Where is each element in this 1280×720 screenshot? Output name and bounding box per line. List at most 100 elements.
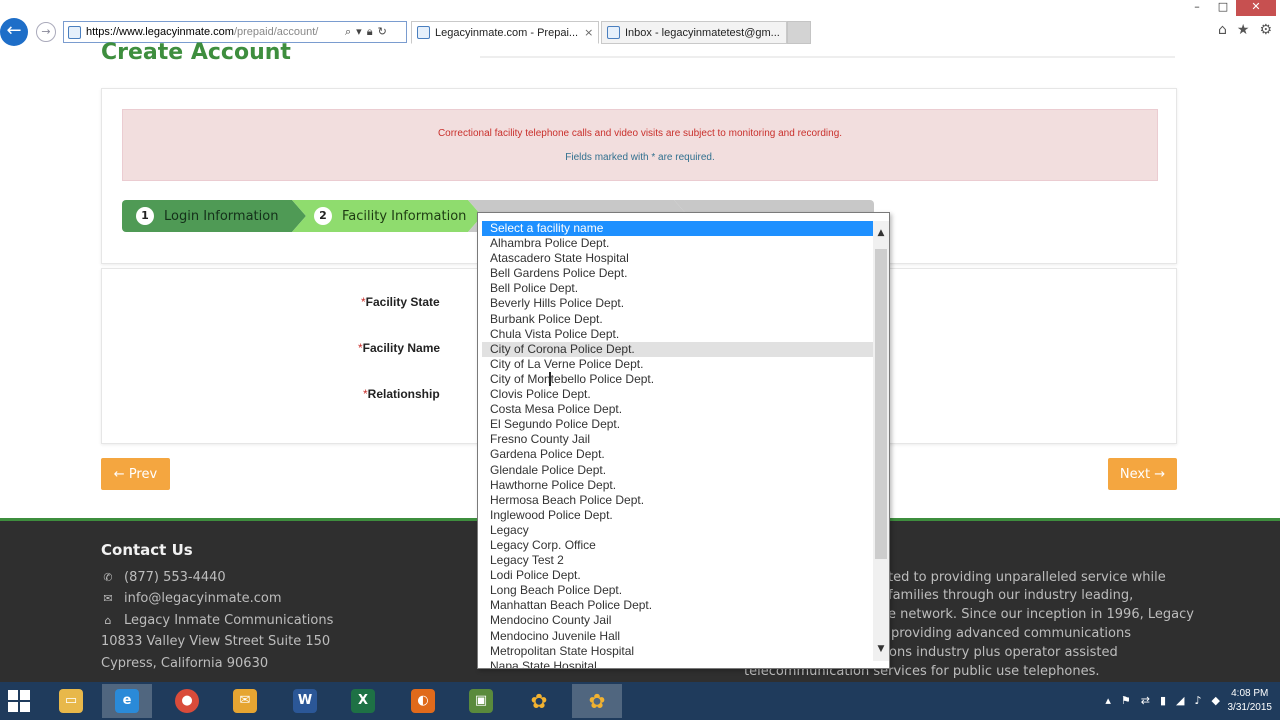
flower-app-icon[interactable]: ✿ — [514, 684, 564, 718]
dropdown-option[interactable]: Gardena Police Dept. — [482, 447, 874, 462]
step-login-information[interactable]: 1 Login Information — [122, 200, 306, 232]
close-window-icon[interactable]: ✕ — [1236, 0, 1276, 16]
dropdown-option[interactable]: City of La Verne Police Dept. — [482, 357, 874, 372]
app-icon[interactable]: ◐ — [398, 684, 448, 718]
scroll-down-icon[interactable]: ▼ — [873, 641, 889, 657]
tab-inbox[interactable]: Inbox - legacyinmatetest@gm... — [601, 21, 787, 44]
dropdown-option[interactable]: Manhattan Beach Police Dept. — [482, 598, 874, 613]
maximize-icon[interactable]: □ — [1210, 0, 1236, 16]
volume-icon[interactable]: ♪ — [1195, 694, 1202, 707]
dropdown-option[interactable]: Bell Police Dept. — [482, 281, 874, 296]
required-notice: Fields marked with * are required. — [565, 152, 715, 163]
system-clock[interactable]: 4:08 PM 3/31/2015 — [1228, 687, 1273, 715]
step-label: Login Information — [164, 208, 279, 224]
chrome-icon[interactable]: ● — [162, 684, 212, 718]
browser-toolbar: ← → https://www.legacyinmate.com/prepaid… — [0, 0, 1280, 46]
minimize-icon[interactable]: – — [1184, 0, 1210, 16]
contact-address-line1: 10833 Valley View Street Suite 150 — [101, 634, 331, 649]
step-facility-information[interactable]: 2 Facility Information — [292, 200, 482, 232]
dropdown-option[interactable]: Atascadero State Hospital — [482, 251, 874, 266]
scrollbar-thumb[interactable] — [875, 249, 887, 559]
home-icon[interactable]: ⌂ — [1218, 22, 1227, 38]
next-button[interactable]: Next → — [1108, 458, 1177, 490]
dropdown-option[interactable]: Beverly Hills Police Dept. — [482, 296, 874, 311]
app-tray-icon[interactable]: ◆ — [1212, 694, 1220, 707]
dropdown-option[interactable]: Metropolitan State Hospital — [482, 644, 874, 659]
facility-name-label: *Facility Name — [358, 341, 441, 355]
dropdown-option[interactable]: City of Montebello Police Dept. — [482, 372, 874, 387]
about-text-line: families through our industry leading, — [888, 588, 1134, 603]
excel-icon[interactable]: X — [338, 684, 388, 718]
system-tray: ▴ ⚑ ⇄ ▮ ◢ ♪ ◆ — [1105, 694, 1220, 707]
refresh-icon[interactable]: ↻ — [378, 25, 387, 39]
browser-icons: ⌂ ★ ⚙ — [1218, 22, 1272, 38]
dropdown-option[interactable]: Inglewood Police Dept. — [482, 508, 874, 523]
back-arrow-icon[interactable]: ← — [0, 18, 28, 46]
notice-alert: Correctional facility telephone calls an… — [122, 109, 1158, 181]
about-text-line: providing advanced communications — [891, 626, 1132, 641]
forward-arrow-icon[interactable]: → — [36, 22, 56, 42]
show-hidden-icon[interactable]: ▴ — [1105, 694, 1111, 707]
dropdown-scrollbar[interactable]: ▲ ▼ — [873, 221, 889, 661]
site-favicon-icon — [68, 25, 81, 39]
scroll-up-icon[interactable]: ▲ — [873, 225, 889, 241]
dropdown-option[interactable]: Hawthorne Police Dept. — [482, 478, 874, 493]
dropdown-option[interactable]: Mendocino Juvenile Hall — [482, 629, 874, 644]
mail-icon[interactable]: ✉ — [220, 684, 270, 718]
home-icon: ⌂ — [104, 614, 112, 627]
flag-icon[interactable]: ⚑ — [1121, 694, 1131, 707]
about-text-line: e network. Since our inception in 1996, … — [888, 607, 1194, 622]
search-icon[interactable]: ⌕ — [345, 25, 351, 39]
windows-taskbar: ▭ e ● ✉ W X ◐ ▣ ✿ ✿ ▴ ⚑ ⇄ ▮ ◢ ♪ ◆ 4:08 P… — [0, 682, 1280, 720]
dropdown-option[interactable]: Napa State Hospital — [482, 659, 874, 668]
dropdown-option[interactable]: Glendale Police Dept. — [482, 463, 874, 478]
close-tab-icon[interactable]: × — [584, 26, 593, 39]
contact-company: ⌂ Legacy Inmate Communications — [101, 613, 334, 628]
new-tab-button[interactable] — [787, 21, 811, 44]
monitoring-notice: Correctional facility telephone calls an… — [437, 128, 843, 139]
dropdown-option[interactable]: Hermosa Beach Police Dept. — [482, 493, 874, 508]
battery-icon[interactable]: ▮ — [1160, 694, 1166, 707]
tab-legacyinmate[interactable]: Legacyinmate.com - Prepai... × — [411, 21, 599, 44]
network-share-icon[interactable]: ⇄ — [1141, 694, 1150, 707]
gear-icon[interactable]: ⚙ — [1259, 22, 1272, 38]
about-text-line: ted to providing unparalleled service wh… — [888, 570, 1166, 585]
dropdown-option[interactable]: Long Beach Police Dept. — [482, 583, 874, 598]
dropdown-option[interactable]: Chula Vista Police Dept. — [482, 327, 874, 342]
file-explorer-icon[interactable]: ▭ — [46, 684, 96, 718]
dropdown-option[interactable]: Bell Gardens Police Dept. — [482, 266, 874, 281]
dropdown-option[interactable]: El Segundo Police Dept. — [482, 417, 874, 432]
phone-icon: ✆ — [103, 571, 113, 584]
dropdown-option[interactable]: Lodi Police Dept. — [482, 568, 874, 583]
dropdown-option[interactable]: Clovis Police Dept. — [482, 387, 874, 402]
dropdown-option[interactable]: Alhambra Police Dept. — [482, 236, 874, 251]
dropdown-option[interactable]: Costa Mesa Police Dept. — [482, 402, 874, 417]
prev-button[interactable]: ← Prev — [101, 458, 170, 490]
internet-explorer-icon[interactable]: e — [102, 684, 152, 718]
dropdown-option[interactable]: City of Corona Police Dept. — [482, 341, 874, 357]
dropdown-option[interactable]: Legacy — [482, 523, 874, 538]
star-icon[interactable]: ★ — [1237, 22, 1250, 38]
dropdown-option[interactable]: Legacy Corp. Office — [482, 538, 874, 553]
image-app-icon[interactable]: ▣ — [456, 684, 506, 718]
dropdown-option[interactable]: Fresno County Jail — [482, 432, 874, 447]
signal-icon[interactable]: ◢ — [1176, 694, 1184, 707]
dropdown-arrow-icon[interactable]: ▾ — [356, 25, 362, 39]
word-icon[interactable]: W — [280, 684, 330, 718]
dropdown-option[interactable]: Legacy Test 2 — [482, 553, 874, 568]
page-title: Create Account — [101, 40, 291, 65]
url-text[interactable]: https://www.legacyinmate.com/prepaid/acc… — [86, 26, 341, 38]
dropdown-option[interactable]: Mendocino County Jail — [482, 613, 874, 628]
dropdown-option[interactable]: Select a facility name — [482, 221, 874, 237]
contact-email[interactable]: ✉ info@legacyinmate.com — [101, 591, 281, 606]
clock-date: 3/31/2015 — [1227, 702, 1273, 713]
facility-name-dropdown[interactable]: Select a facility name Alhambra Police De… — [477, 212, 890, 669]
windows-start-icon[interactable] — [8, 690, 30, 712]
flower-app-icon[interactable]: ✿ — [572, 684, 622, 718]
dropdown-option[interactable]: Burbank Police Dept. — [482, 312, 874, 327]
contact-phone: ✆ (877) 553-4440 — [101, 570, 225, 585]
step-number: 2 — [314, 207, 332, 225]
envelope-icon: ✉ — [103, 592, 113, 605]
facility-option-list: Select a facility name Alhambra Police De… — [482, 221, 874, 668]
lock-icon[interactable]: 🔒︎ — [367, 25, 373, 39]
